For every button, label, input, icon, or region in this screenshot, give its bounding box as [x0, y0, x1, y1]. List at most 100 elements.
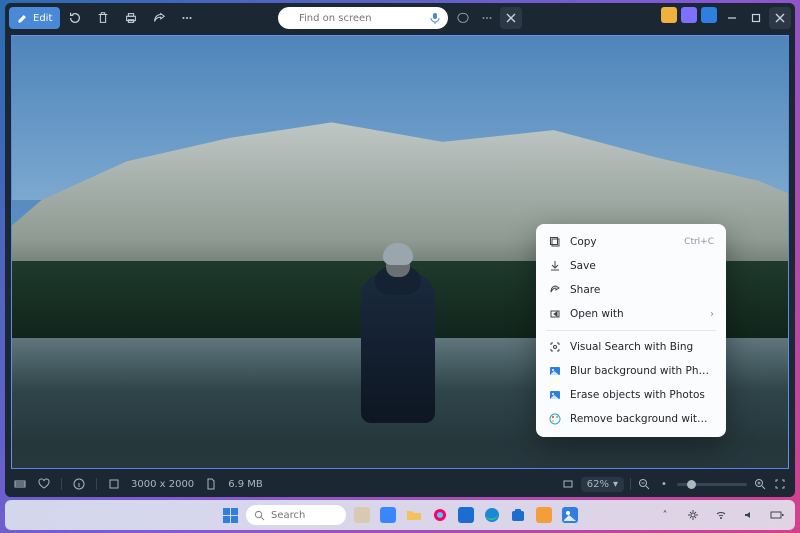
copy-icon: [548, 235, 562, 249]
app-tile-1[interactable]: [661, 7, 677, 23]
fullscreen-icon: [774, 478, 786, 490]
info-icon: [73, 478, 85, 490]
share-icon: [152, 11, 166, 25]
print-button[interactable]: [118, 5, 144, 31]
taskbar-explorer[interactable]: [404, 505, 424, 525]
app-toolbar: Edit: [5, 3, 795, 33]
fullscreen-button[interactable]: [773, 477, 787, 491]
taskbar-search-input[interactable]: [271, 510, 331, 521]
taskbar-app-2[interactable]: [378, 505, 398, 525]
taskbar-app-3[interactable]: [456, 505, 476, 525]
chevron-right-icon: ›: [710, 309, 714, 320]
find-on-screen-bar[interactable]: [278, 7, 448, 29]
favorite-button[interactable]: [37, 477, 51, 491]
start-button[interactable]: [220, 505, 240, 525]
menu-share[interactable]: Share: [540, 278, 722, 302]
taskbar-photos[interactable]: [560, 505, 580, 525]
find-side-controls: [452, 7, 522, 29]
open-with-icon: [548, 307, 562, 321]
menu-erase-objects[interactable]: Erase objects with Photos: [540, 383, 722, 407]
image-canvas[interactable]: Copy Ctrl+C Save Share Open with ›: [11, 35, 789, 469]
taskbar: ˄: [5, 500, 795, 530]
tray-chevron[interactable]: ˄: [655, 505, 675, 525]
taskbar-copilot[interactable]: [430, 505, 450, 525]
taskbar-app-4[interactable]: [534, 505, 554, 525]
taskbar-search[interactable]: [246, 505, 346, 525]
find-on-screen-input[interactable]: [299, 13, 424, 24]
wifi-icon: [715, 509, 727, 521]
photos-app-icon: [548, 388, 562, 402]
delete-button[interactable]: [90, 5, 116, 31]
zoom-out-button[interactable]: [637, 477, 651, 491]
save-icon: [548, 259, 562, 273]
print-icon: [124, 11, 138, 25]
heart-icon: [38, 478, 50, 490]
minimize-icon: [727, 13, 737, 23]
tray-battery[interactable]: [767, 505, 787, 525]
find-more-button[interactable]: [476, 7, 498, 29]
find-on-screen-group: [278, 7, 522, 29]
zoom-dropdown[interactable]: 62%▾: [581, 477, 624, 492]
rotate-icon: [68, 11, 82, 25]
app-tile-2[interactable]: [681, 7, 697, 23]
copilot-button[interactable]: [452, 7, 474, 29]
photos-app-window: Edit: [5, 3, 795, 497]
filmstrip-icon: [14, 478, 26, 490]
zoom-in-button[interactable]: [753, 477, 767, 491]
menu-save[interactable]: Save: [540, 254, 722, 278]
zoom-in-icon: [754, 478, 766, 490]
app-icon: [536, 507, 552, 523]
zoom-dot: •: [657, 477, 671, 491]
chevron-down-icon: ▾: [613, 479, 618, 490]
minimize-button[interactable]: [721, 7, 743, 29]
find-close-button[interactable]: [500, 7, 522, 29]
menu-copy[interactable]: Copy Ctrl+C: [540, 230, 722, 254]
menu-open-with[interactable]: Open with ›: [540, 302, 722, 326]
edit-button[interactable]: Edit: [9, 7, 60, 29]
taskbar-tray: ˄: [655, 505, 787, 525]
copilot-icon: [432, 507, 448, 523]
window-close-button[interactable]: [769, 7, 791, 29]
menu-remove-background[interactable]: Remove background with Paint: [540, 407, 722, 431]
menu-blur-background[interactable]: Blur background with Photos: [540, 359, 722, 383]
app-tile-3[interactable]: [701, 7, 717, 23]
dimensions-icon: [107, 477, 121, 491]
trash-icon: [96, 11, 110, 25]
copilot-badge-icon: [286, 12, 287, 24]
more-button[interactable]: [174, 5, 200, 31]
folder-icon: [406, 507, 422, 523]
tray-settings[interactable]: [683, 505, 703, 525]
app-icon: [354, 507, 370, 523]
gear-icon: [687, 509, 699, 521]
zoom-out-icon: [638, 478, 650, 490]
copilot-icon: [456, 11, 470, 25]
maximize-button[interactable]: [745, 7, 767, 29]
tray-volume[interactable]: [739, 505, 759, 525]
mic-icon[interactable]: [430, 12, 440, 24]
menu-visual-search[interactable]: Visual Search with Bing: [540, 335, 722, 359]
info-button[interactable]: [72, 477, 86, 491]
filesize-label: 6.9 MB: [228, 479, 263, 490]
fit-screen-button[interactable]: [561, 477, 575, 491]
close-icon: [775, 13, 785, 23]
maximize-icon: [751, 13, 761, 23]
share-button[interactable]: [146, 5, 172, 31]
battery-icon: [770, 510, 784, 520]
share-icon: [548, 283, 562, 297]
menu-separator: [546, 330, 716, 331]
photos-app-icon: [548, 364, 562, 378]
taskbar-edge[interactable]: [482, 505, 502, 525]
more-icon: [180, 11, 194, 25]
edit-icon: [17, 12, 29, 24]
rotate-button[interactable]: [62, 5, 88, 31]
photos-icon: [562, 507, 578, 523]
store-icon: [510, 507, 526, 523]
filmstrip-button[interactable]: [13, 477, 27, 491]
tray-network[interactable]: [711, 505, 731, 525]
more-icon: [480, 11, 494, 25]
taskbar-store[interactable]: [508, 505, 528, 525]
taskbar-app-1[interactable]: [352, 505, 372, 525]
zoom-slider[interactable]: [677, 483, 747, 486]
filesize-icon: [204, 477, 218, 491]
zoom-slider-knob[interactable]: [687, 480, 696, 489]
